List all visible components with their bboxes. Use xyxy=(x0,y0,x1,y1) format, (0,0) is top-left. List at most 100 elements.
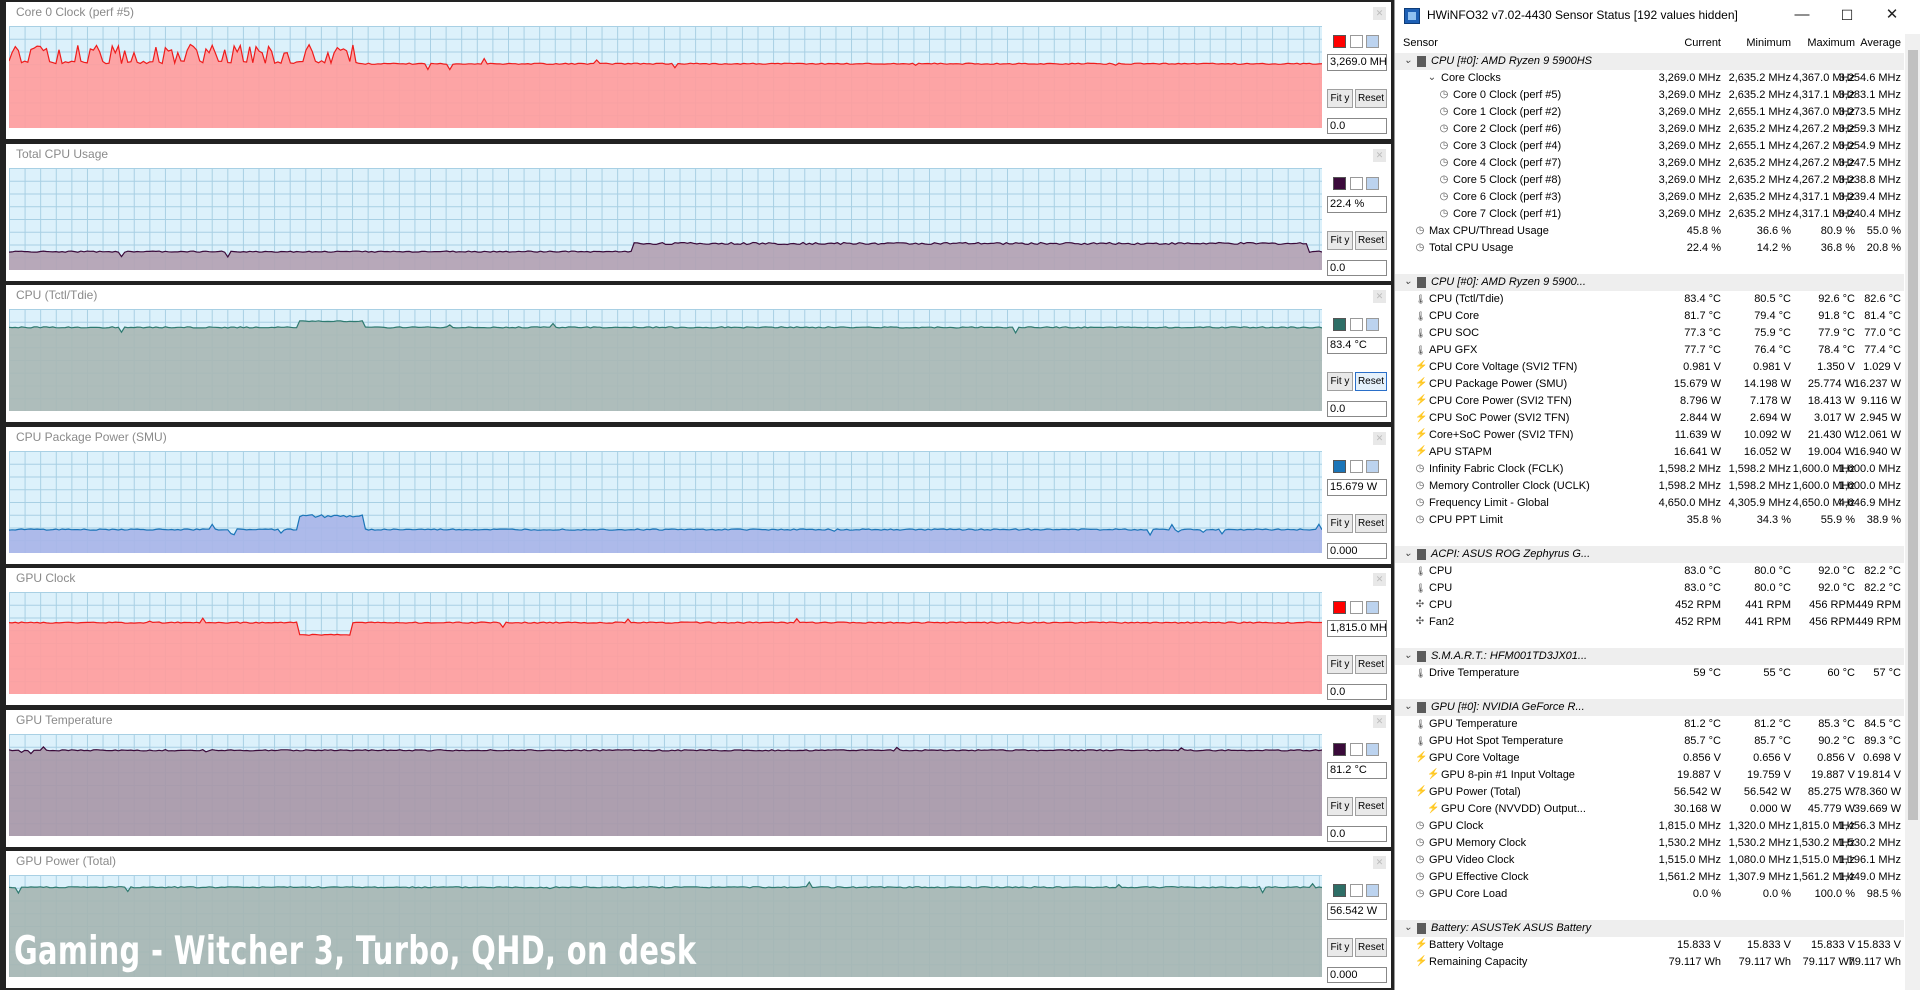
sensor-row[interactable]: ⚡ Remaining Capacity 79.117 Wh 79.117 Wh 79.… xyxy=(1395,954,1904,971)
sensor-row[interactable]: ◷ Core 2 Clock (perf #6) 3,269.0 MHz 2,635.… xyxy=(1395,121,1904,138)
sensor-row[interactable]: 🌡 APU GFX 77.7 °C 76.4 °C 78.4 °C 77.4 °C xyxy=(1395,342,1904,359)
sensor-row[interactable]: ◷ Core 5 Clock (perf #8) 3,269.0 MHz 2,635.… xyxy=(1395,172,1904,189)
sensor-row[interactable]: ⚡ CPU Package Power (SMU) 15.679 W 14.198 W… xyxy=(1395,376,1904,393)
sensor-row[interactable]: ⚡ GPU Power (Total) 56.542 W 56.542 W 85.275… xyxy=(1395,784,1904,801)
sensor-row[interactable]: ✣ CPU 452 RPM 441 RPM 456 RPM 449 RPM xyxy=(1395,597,1904,614)
collapse-toggle-icon[interactable]: ⌄ xyxy=(1403,923,1413,933)
sensor-row[interactable]: ⚡ CPU SoC Power (SVI2 TFN) 2.844 W 2.694 W3… xyxy=(1395,410,1904,427)
sensor-group-header[interactable]: ⌄ Battery: ASUSTeK ASUS Battery xyxy=(1395,920,1904,937)
graph-color-swatch[interactable] xyxy=(1333,601,1346,614)
fit-y-button[interactable]: Fit y xyxy=(1327,89,1353,108)
graph-style-swatch[interactable] xyxy=(1350,176,1363,190)
graph-color-swatch[interactable] xyxy=(1333,884,1346,897)
sensor-row[interactable]: 🌡 Drive Temperature 59 °C 55 °C 60 °C 57 °C xyxy=(1395,665,1904,682)
graph-close-icon[interactable]: ✕ xyxy=(1373,7,1386,20)
fit-y-button[interactable]: Fit y xyxy=(1327,230,1353,250)
sensor-group-header[interactable]: ⌄ CPU [#0]: AMD Ryzen 9 5900... xyxy=(1395,274,1904,291)
graph-close-icon[interactable]: ✕ xyxy=(1373,714,1386,728)
reset-button[interactable]: Reset xyxy=(1355,938,1387,957)
sensor-row[interactable]: 🌡 CPU SOC 77.3 °C 75.9 °C 77.9 °C 77.0 °C xyxy=(1395,325,1904,342)
fit-y-button[interactable]: Fit y xyxy=(1327,372,1353,391)
graph-color-swatch[interactable] xyxy=(1333,35,1346,48)
collapse-toggle-icon[interactable]: ⌄ xyxy=(1403,56,1413,66)
fit-y-button[interactable]: Fit y xyxy=(1327,655,1353,674)
sensor-group-header[interactable]: ⌄ S.M.A.R.T.: HFM001TD3JX01... xyxy=(1395,648,1904,665)
graph-close-icon[interactable]: ✕ xyxy=(1373,431,1386,445)
col-average[interactable]: Average xyxy=(1827,37,1901,49)
sensor-row[interactable]: ◷ GPU Memory Clock 1,530.2 MHz 1,530.2 MHz 1… xyxy=(1395,835,1904,852)
col-sensor[interactable]: Sensor xyxy=(1403,37,1438,49)
sensor-row[interactable]: ◷ Core 1 Clock (perf #2) 3,269.0 MHz 2,655.… xyxy=(1395,104,1904,121)
sensor-row[interactable]: ◷ Core 0 Clock (perf #5) 3,269.0 MHz 2,635.… xyxy=(1395,87,1904,104)
graph-close-icon[interactable]: ✕ xyxy=(1373,290,1386,303)
sensor-row[interactable]: ⚡ Battery Voltage 15.833 V 15.833 V 15.833 V… xyxy=(1395,937,1904,954)
graph-style-swatch[interactable] xyxy=(1350,884,1363,897)
graph-close-icon[interactable]: ✕ xyxy=(1373,856,1386,869)
collapse-toggle-icon[interactable]: ⌄ xyxy=(1403,702,1413,712)
graph-options-swatch[interactable] xyxy=(1366,601,1379,614)
sensor-row[interactable]: ⚡ GPU Core (NVVDD) Output... 30.168 W 0.000… xyxy=(1395,801,1904,818)
reset-button[interactable]: Reset xyxy=(1355,655,1387,674)
sensor-row[interactable]: ◷ Core 6 Clock (perf #3) 3,269.0 MHz 2,635.… xyxy=(1395,189,1904,206)
fit-y-button[interactable]: Fit y xyxy=(1327,796,1353,816)
sensor-row[interactable]: ◷ GPU Core Load 0.0 % 0.0 % 100.0 % 98.5 % xyxy=(1395,886,1904,903)
sensor-row[interactable]: 🌡 GPU Hot Spot Temperature 85.7 °C 85.7 °C 9… xyxy=(1395,733,1904,750)
sensor-row[interactable]: ◷ CPU PPT Limit 35.8 % 34.3 % 55.9 % 38.9 % xyxy=(1395,512,1904,529)
sensor-row[interactable]: ⚡ GPU Core Voltage 0.856 V 0.656 V 0.856 V 0.… xyxy=(1395,750,1904,767)
graph-style-swatch[interactable] xyxy=(1350,35,1363,48)
sensor-row[interactable]: ◷ Core 7 Clock (perf #1) 3,269.0 MHz 2,635.… xyxy=(1395,206,1904,223)
reset-button[interactable]: Reset xyxy=(1355,513,1387,533)
sensor-row[interactable]: ⚡ APU STAPM 16.641 W 16.052 W 19.004 W 16.940… xyxy=(1395,444,1904,461)
sensor-row[interactable]: ⚡ GPU 8-pin #1 Input Voltage 19.887 V 19.75… xyxy=(1395,767,1904,784)
close-button[interactable]: ✕ xyxy=(1872,4,1912,26)
graph-style-swatch[interactable] xyxy=(1350,601,1363,614)
graph-color-swatch[interactable] xyxy=(1333,742,1346,756)
sensor-row[interactable]: ⚡ CPU Core Power (SVI2 TFN) 8.796 W 7.178 W… xyxy=(1395,393,1904,410)
reset-button[interactable]: Reset xyxy=(1355,372,1387,391)
sensor-row[interactable]: 🌡 CPU (Tctl/Tdie) 83.4 °C 80.5 °C 92.6 °C 82.… xyxy=(1395,291,1904,308)
graph-options-swatch[interactable] xyxy=(1366,318,1379,331)
sensor-row[interactable]: ◷ Total CPU Usage 22.4 % 14.2 % 36.8 % 20.8 % xyxy=(1395,240,1904,257)
sensor-row[interactable]: ◷ Core 4 Clock (perf #7) 3,269.0 MHz 2,635.… xyxy=(1395,155,1904,172)
graph-options-swatch[interactable] xyxy=(1366,459,1379,473)
sensor-group-header[interactable]: ⌄ CPU [#0]: AMD Ryzen 9 5900HS xyxy=(1395,53,1904,70)
sensor-row[interactable]: ◷ Max CPU/Thread Usage 45.8 % 36.6 % 80.9 % 5… xyxy=(1395,223,1904,240)
sensor-group-header[interactable]: ⌄ GPU [#0]: NVIDIA GeForce R... xyxy=(1395,699,1904,716)
reset-button[interactable]: Reset xyxy=(1355,796,1387,816)
sensor-row[interactable]: ⚡ CPU Core Voltage (SVI2 TFN) 0.981 V 0.981… xyxy=(1395,359,1904,376)
sensor-row[interactable]: ◷ Frequency Limit - Global 4,650.0 MHz 4,30… xyxy=(1395,495,1904,512)
reset-button[interactable]: Reset xyxy=(1355,230,1387,250)
graph-options-swatch[interactable] xyxy=(1366,176,1379,190)
graph-color-swatch[interactable] xyxy=(1333,176,1346,190)
sensor-row[interactable]: ✣ Fan2 452 RPM 441 RPM 456 RPM 449 RPM xyxy=(1395,614,1904,631)
sensor-row[interactable]: 🌡 CPU 83.0 °C 80.0 °C 92.0 °C 82.2 °C xyxy=(1395,580,1904,597)
sensor-row[interactable]: ◷ GPU Effective Clock 1,561.2 MHz 1,307.9 M… xyxy=(1395,869,1904,886)
collapse-toggle-icon[interactable]: ⌄ xyxy=(1403,277,1413,287)
graph-close-icon[interactable]: ✕ xyxy=(1373,148,1386,162)
graph-options-swatch[interactable] xyxy=(1366,35,1379,48)
sensor-row[interactable]: ◷ Core 3 Clock (perf #4) 3,269.0 MHz 2,655.… xyxy=(1395,138,1904,155)
graph-color-swatch[interactable] xyxy=(1333,459,1346,473)
reset-button[interactable]: Reset xyxy=(1355,89,1387,108)
sensor-row[interactable]: ◷ Memory Controller Clock (UCLK) 1,598.2 M… xyxy=(1395,478,1904,495)
vertical-scrollbar[interactable] xyxy=(1905,34,1920,990)
sensor-row[interactable]: 🌡 CPU Core 81.7 °C 79.4 °C 91.8 °C 81.4 °C xyxy=(1395,308,1904,325)
sensor-row[interactable]: ◷ GPU Clock 1,815.0 MHz 1,320.0 MHz 1,815.0 … xyxy=(1395,818,1904,835)
sensor-row[interactable]: ⌄ Core Clocks 3,269.0 MHz 2,635.2 MHz 4,367.… xyxy=(1395,70,1904,87)
collapse-toggle-icon[interactable]: ⌄ xyxy=(1403,549,1413,559)
graph-options-swatch[interactable] xyxy=(1366,742,1379,756)
fit-y-button[interactable]: Fit y xyxy=(1327,513,1353,533)
graph-close-icon[interactable]: ✕ xyxy=(1373,573,1386,586)
graph-style-swatch[interactable] xyxy=(1350,318,1363,331)
graph-style-swatch[interactable] xyxy=(1350,742,1363,756)
graph-options-swatch[interactable] xyxy=(1366,884,1379,897)
graph-style-swatch[interactable] xyxy=(1350,459,1363,473)
collapse-toggle-icon[interactable]: ⌄ xyxy=(1403,651,1413,661)
sensor-row[interactable]: ⚡ Core+SoC Power (SVI2 TFN) 11.639 W 10.092… xyxy=(1395,427,1904,444)
sensor-row[interactable]: ◷ GPU Video Clock 1,515.0 MHz 1,080.0 MHz 1,… xyxy=(1395,852,1904,869)
sensor-group-header[interactable]: ⌄ ACPI: ASUS ROG Zephyrus G... xyxy=(1395,546,1904,563)
minimize-button[interactable]: — xyxy=(1782,4,1822,26)
fit-y-button[interactable]: Fit y xyxy=(1327,938,1353,957)
collapse-toggle-icon[interactable]: ⌄ xyxy=(1427,73,1437,83)
sensor-row[interactable]: 🌡 GPU Temperature 81.2 °C 81.2 °C 85.3 °C 84.… xyxy=(1395,716,1904,733)
